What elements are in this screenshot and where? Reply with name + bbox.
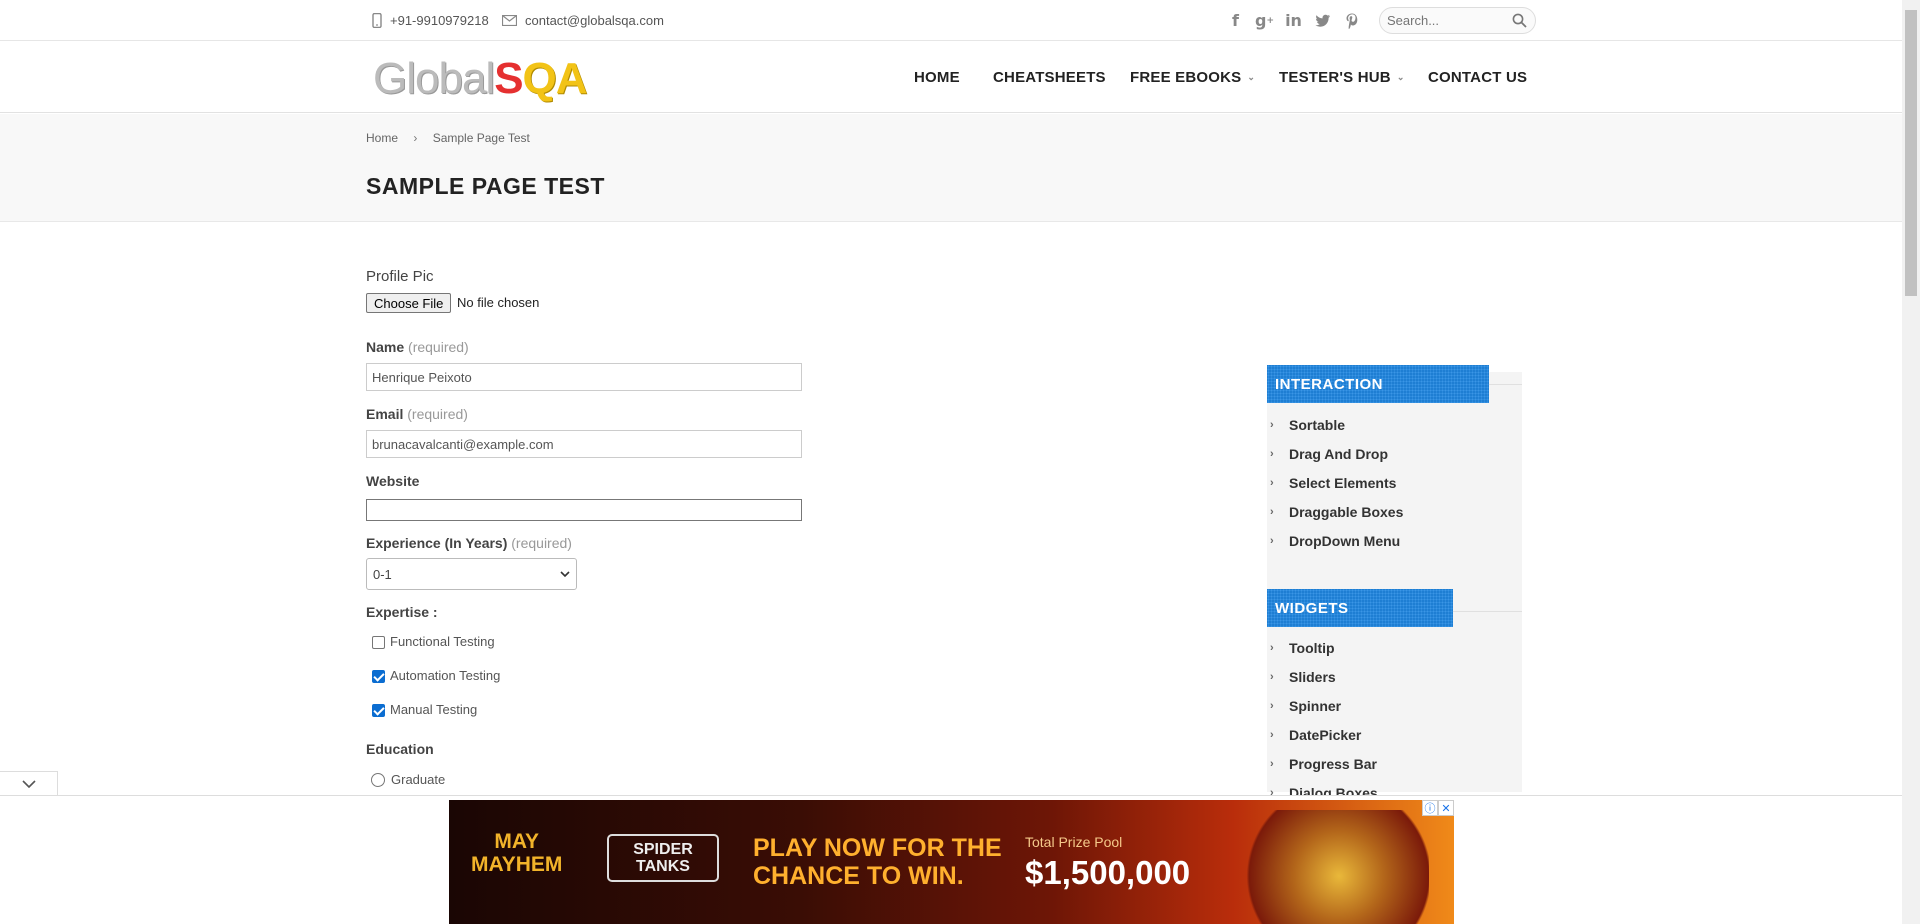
- breadcrumb-separator-icon: ›: [413, 131, 418, 145]
- email-label: Email (required): [366, 406, 468, 422]
- ad-info-icon[interactable]: ⓘ: [1422, 800, 1438, 816]
- option-automation-testing: Automation Testing: [390, 668, 501, 683]
- ad-close-icon[interactable]: ✕: [1438, 800, 1454, 816]
- sidebar-item-sortable[interactable]: › Sortable: [1270, 417, 1345, 433]
- breadcrumb-home[interactable]: Home: [366, 131, 398, 145]
- chevron-right-icon: ›: [1270, 506, 1274, 518]
- ad-may-mayhem-logo: MAY MAYHEM: [471, 830, 563, 876]
- sidebar-item-tooltip[interactable]: › Tooltip: [1270, 640, 1335, 656]
- nav-home[interactable]: HOME: [914, 41, 960, 113]
- option-graduate: Graduate: [391, 772, 446, 787]
- chevron-right-icon: ›: [1270, 758, 1274, 770]
- choose-file-button[interactable]: Choose File: [366, 293, 452, 313]
- sidebar-item-progress-bar[interactable]: › Progress Bar: [1270, 756, 1377, 772]
- email-link[interactable]: contact@globalsqa.com: [525, 13, 664, 28]
- checkbox-manual-testing[interactable]: [372, 704, 385, 717]
- option-functional-testing: Functional Testing: [390, 634, 495, 649]
- file-status: No file chosen: [457, 295, 540, 310]
- sidebar-item-datepicker[interactable]: › DatePicker: [1270, 727, 1361, 743]
- breadcrumb: Home › Sample Page Test: [366, 131, 530, 145]
- page-title-bar: Home › Sample Page Test SAMPLE PAGE TEST: [0, 114, 1902, 222]
- page-title: SAMPLE PAGE TEST: [366, 173, 605, 199]
- nav-cheatsheets[interactable]: CHEATSHEETS: [993, 41, 1106, 113]
- scrollbar-thumb[interactable]: [1905, 10, 1917, 296]
- chevron-right-icon: ›: [1270, 671, 1274, 683]
- sidebar-item-spinner[interactable]: › Spinner: [1270, 698, 1341, 714]
- website-label: Website: [366, 473, 420, 489]
- sidebar-item-dropdown-menu[interactable]: › DropDown Menu: [1270, 533, 1400, 549]
- linkedin-icon[interactable]: in: [1284, 11, 1303, 30]
- site-header: GlobalSQA HOME CHEATSHEETS FREE EBOOKS ⌄ …: [0, 41, 1902, 113]
- chevron-right-icon: ›: [1270, 642, 1274, 654]
- phone-contact: +91-9910979218: [372, 0, 489, 41]
- chevron-right-icon: ›: [1270, 448, 1274, 460]
- twitter-icon[interactable]: [1313, 11, 1332, 30]
- website-input[interactable]: [366, 499, 802, 521]
- chevron-right-icon: ›: [1270, 419, 1274, 431]
- ad-prize-value: $1,500,000: [1025, 854, 1191, 891]
- ad-banner[interactable]: MAY MAYHEM SPIDER TANKS PLAY NOW FOR THE C…: [449, 800, 1454, 924]
- checkbox-automation-testing[interactable]: [372, 670, 385, 683]
- site-logo[interactable]: GlobalSQA: [373, 55, 588, 103]
- search-icon[interactable]: [1512, 13, 1527, 28]
- experience-label: Experience (In Years) (required): [366, 535, 572, 551]
- chevron-right-icon: ›: [1270, 477, 1274, 489]
- profile-pic-label: Profile Pic: [366, 268, 434, 285]
- education-label: Education: [366, 741, 434, 757]
- option-manual-testing: Manual Testing: [390, 702, 478, 717]
- sidebar-item-drag-and-drop[interactable]: › Drag And Drop: [1270, 446, 1388, 462]
- facebook-icon[interactable]: f: [1226, 11, 1245, 30]
- ad-headline: PLAY NOW FOR THE CHANCE TO WIN.: [753, 834, 1002, 890]
- phone-number: +91-9910979218: [390, 13, 489, 28]
- ad-robot-image: [1229, 810, 1429, 924]
- chevron-down-icon: [21, 779, 36, 788]
- chevron-down-icon: ⌄: [1247, 71, 1256, 82]
- name-label: Name (required): [366, 339, 469, 355]
- name-input[interactable]: [366, 363, 802, 391]
- ad-spider-tanks-logo: SPIDER TANKS: [607, 834, 719, 882]
- search-box: [1379, 7, 1536, 34]
- phone-icon: [372, 13, 382, 28]
- expertise-label: Expertise :: [366, 604, 438, 620]
- chevron-right-icon: ›: [1270, 700, 1274, 712]
- search-input[interactable]: [1380, 8, 1500, 33]
- chevron-down-icon: ⌄: [1396, 71, 1405, 82]
- google-plus-icon[interactable]: g +: [1255, 11, 1274, 30]
- pinterest-icon[interactable]: [1342, 11, 1361, 30]
- nav-free-ebooks[interactable]: FREE EBOOKS ⌄: [1130, 41, 1255, 113]
- radio-graduate[interactable]: [371, 773, 385, 787]
- nav-contact-us[interactable]: CONTACT US: [1428, 41, 1527, 113]
- chevron-right-icon: ›: [1270, 535, 1274, 547]
- chevron-right-icon: ›: [1270, 729, 1274, 741]
- sidebar-item-select-elements[interactable]: › Select Elements: [1270, 475, 1396, 491]
- ad-pool-label: Total Prize Pool: [1025, 834, 1123, 850]
- breadcrumb-current: Sample Page Test: [432, 131, 530, 145]
- checkbox-functional-testing[interactable]: [372, 636, 385, 649]
- chevron-down-icon: [560, 570, 570, 577]
- nav-testers-hub[interactable]: TESTER'S HUB ⌄: [1279, 41, 1405, 113]
- experience-select[interactable]: 0-1: [366, 558, 577, 590]
- email-input[interactable]: [366, 430, 802, 458]
- social-links: f g + in: [1226, 11, 1361, 30]
- sidebar-item-sliders[interactable]: › Sliders: [1270, 669, 1336, 685]
- top-bar: +91-9910979218 contact@globalsqa.com f g…: [0, 0, 1902, 41]
- ad-collapse-button[interactable]: [0, 771, 58, 795]
- ad-controls: ⓘ ✕: [1422, 800, 1454, 816]
- email-contact: contact@globalsqa.com: [502, 0, 664, 41]
- interaction-header: INTERACTION: [1267, 365, 1489, 403]
- sidebar-item-draggable-boxes[interactable]: › Draggable Boxes: [1270, 504, 1403, 520]
- widgets-header: WIDGETS: [1267, 589, 1453, 627]
- mail-icon: [502, 15, 517, 26]
